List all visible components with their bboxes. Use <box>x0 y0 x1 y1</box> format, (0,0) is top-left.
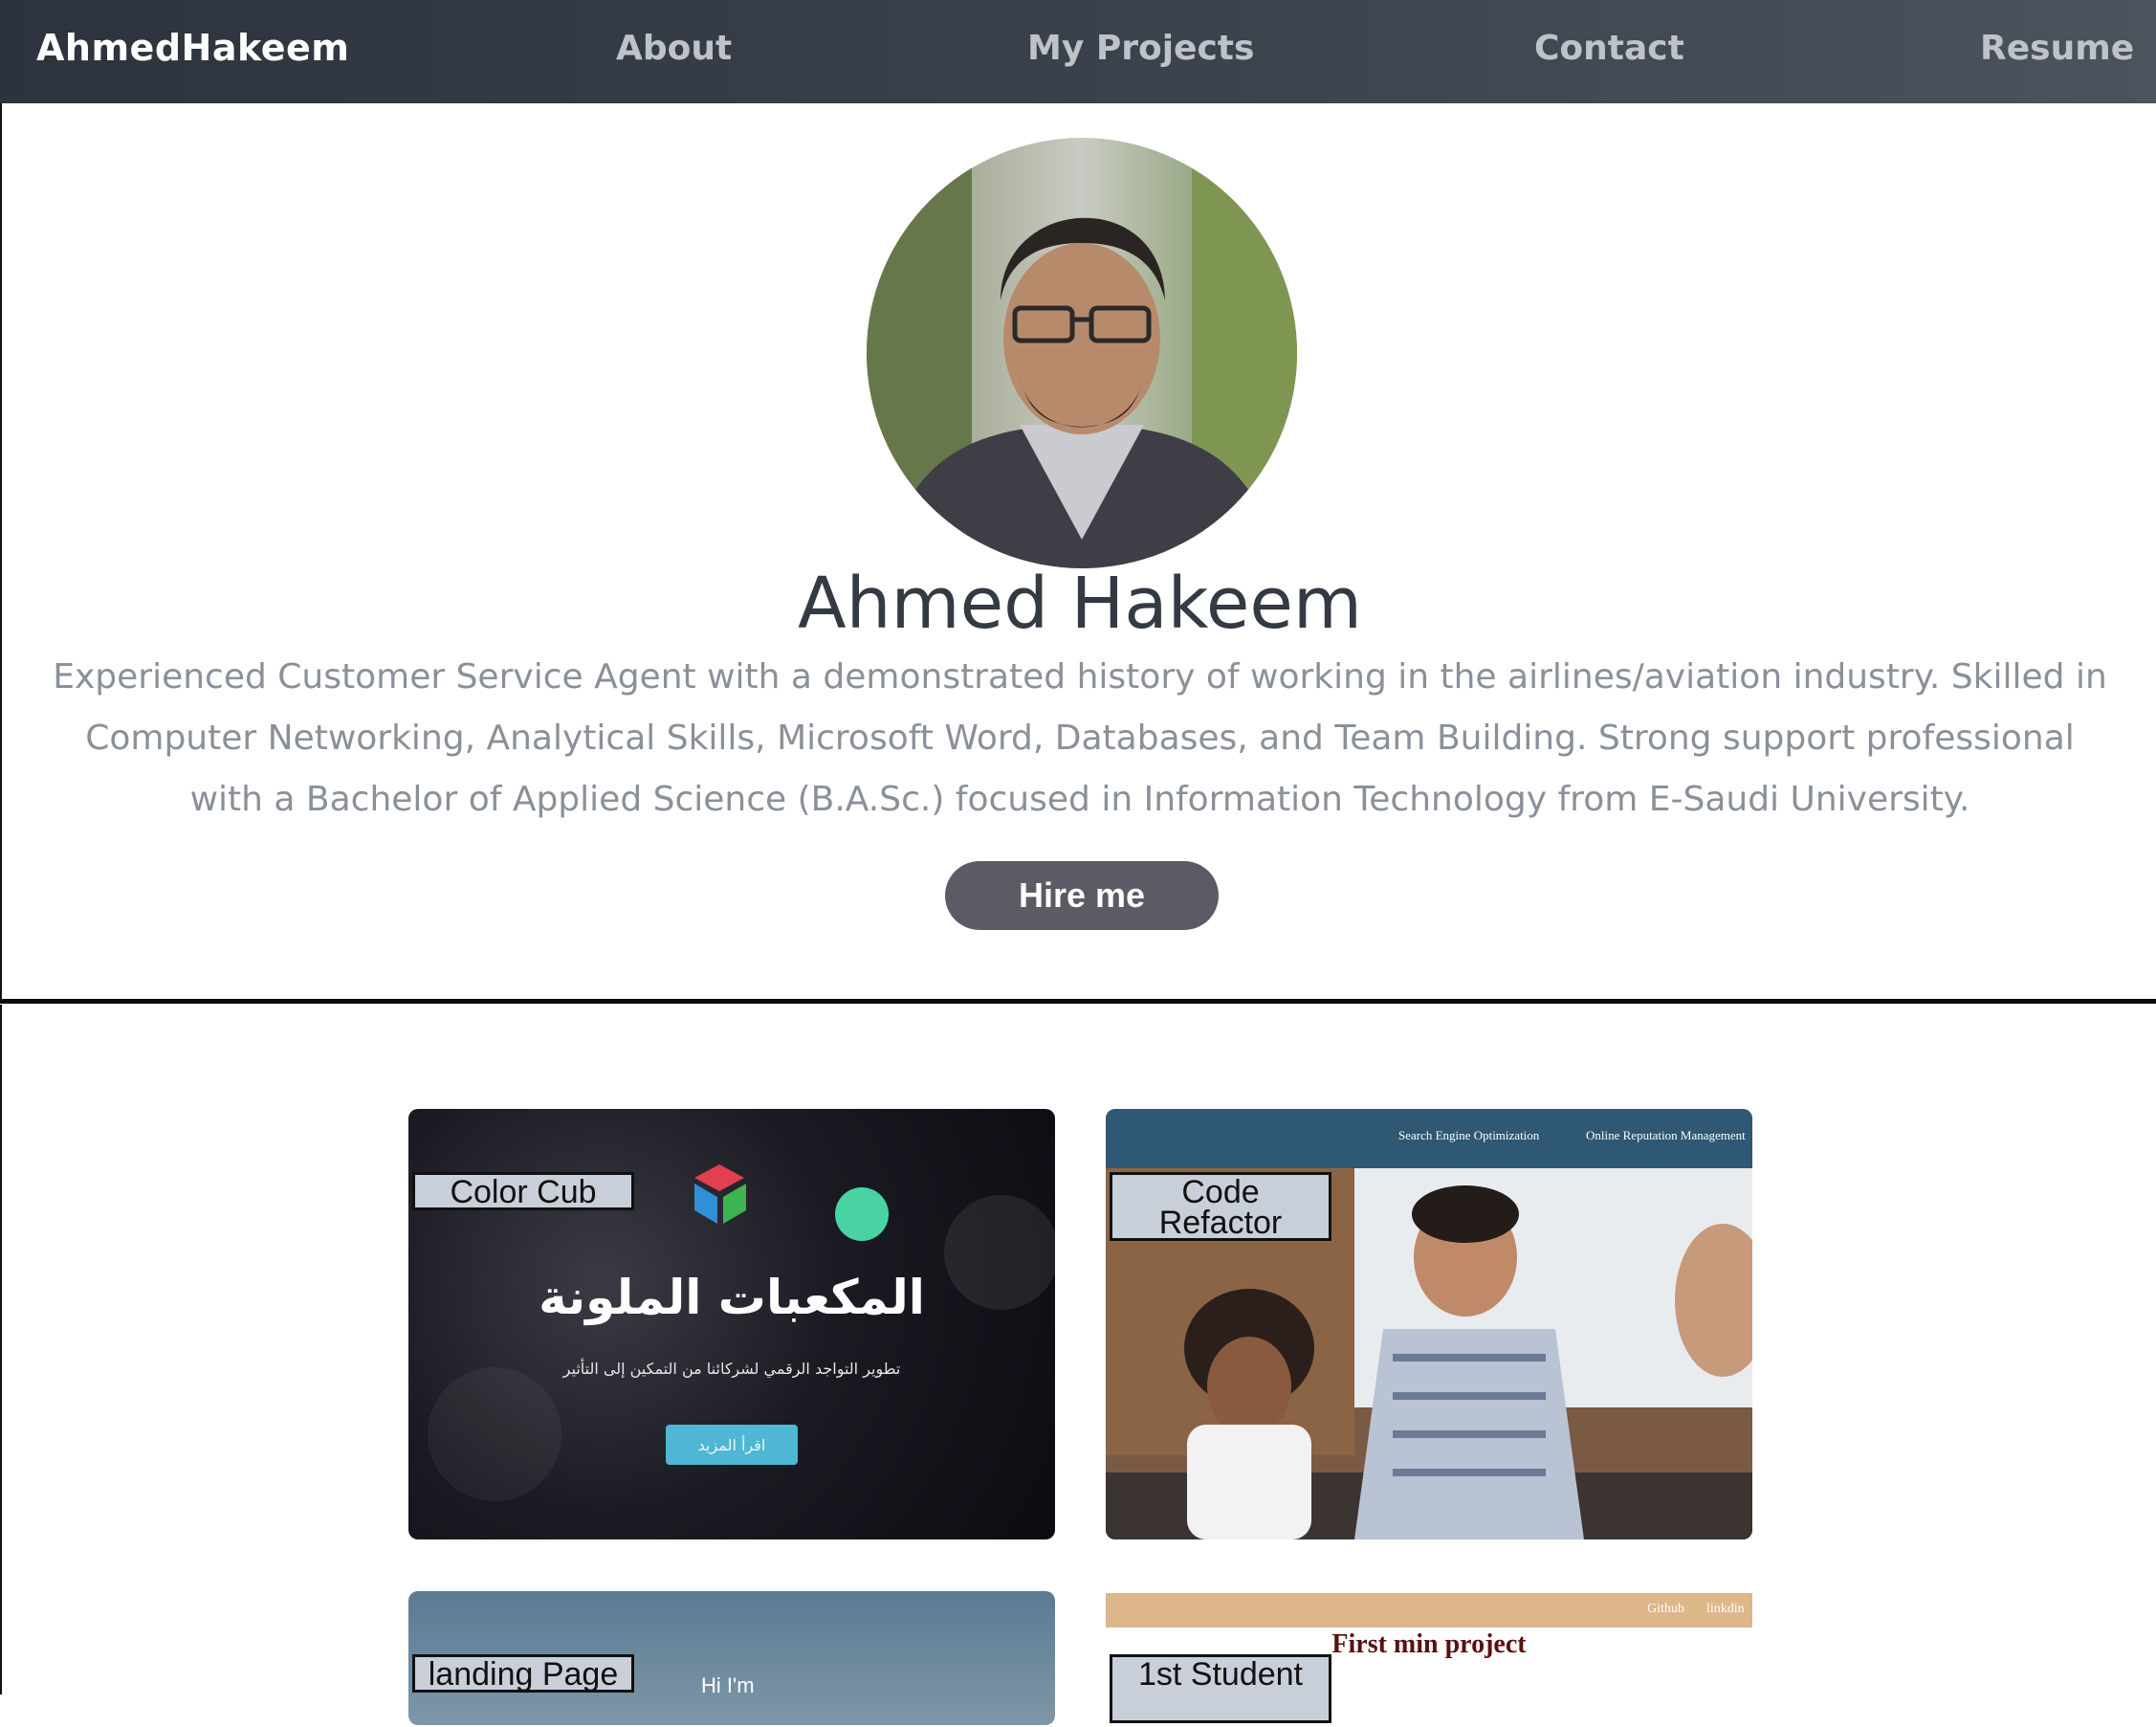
project-label: 1st Student <box>1110 1654 1331 1723</box>
project-card-landing-page[interactable]: Hi I'm landing Page <box>408 1591 1055 1725</box>
project-preview-text: Hi I'm <box>701 1673 755 1697</box>
profile-photo <box>867 138 1297 568</box>
project-label: Code Refactor <box>1110 1172 1331 1241</box>
brand-logo[interactable]: AhmedHakeem <box>36 27 349 69</box>
section-divider <box>0 999 2156 1004</box>
preview-link: linkdin <box>1706 1602 1745 1616</box>
project-preview-title: المكعبات الملونة <box>539 1270 925 1325</box>
profile-name: Ahmed Hakeem <box>798 563 1362 645</box>
preview-link: Github <box>1647 1602 1684 1616</box>
project-card-code-refactor[interactable]: Search Engine Optimization Online Reputa… <box>1106 1109 1752 1539</box>
hire-me-button[interactable]: Hire me <box>945 861 1219 930</box>
avatar <box>867 138 1297 568</box>
preview-header-bar: Github linkdin <box>1106 1593 1752 1627</box>
preview-link: Online Reputation Management <box>1586 1128 1746 1142</box>
hero-section: Ahmed Hakeem Experienced Customer Servic… <box>0 103 2156 1003</box>
nav-link-resume[interactable]: Resume <box>1980 29 2134 68</box>
preview-link: Search Engine Optimization <box>1398 1128 1540 1142</box>
projects-section <box>0 1005 2156 1694</box>
project-preview-button: اقرأ المزيد <box>666 1425 798 1465</box>
nav-link-contact[interactable]: Contact <box>1534 29 1684 68</box>
project-label: Color Cub <box>412 1172 634 1210</box>
project-card-color-cub[interactable]: المكعبات الملونة تطوير التواجد الرقمي لش… <box>408 1109 1055 1539</box>
project-label: landing Page <box>412 1654 634 1693</box>
project-preview-subtitle: تطوير التواجد الرقمي لشركائنا من التمكين… <box>562 1360 901 1378</box>
nav-link-about[interactable]: About <box>616 29 732 68</box>
project-card-1st-student[interactable]: Github linkdin First min project 1st Stu… <box>1106 1593 1752 1727</box>
top-navbar: AhmedHakeem About My Projects Contact Re… <box>0 0 2156 103</box>
cube-logo-icon <box>694 1164 746 1224</box>
preview-header-bar: Search Engine Optimization Online Reputa… <box>1106 1109 1752 1168</box>
profile-bio: Experienced Customer Service Agent with … <box>53 657 2107 819</box>
nav-link-my-projects[interactable]: My Projects <box>1027 29 1254 68</box>
